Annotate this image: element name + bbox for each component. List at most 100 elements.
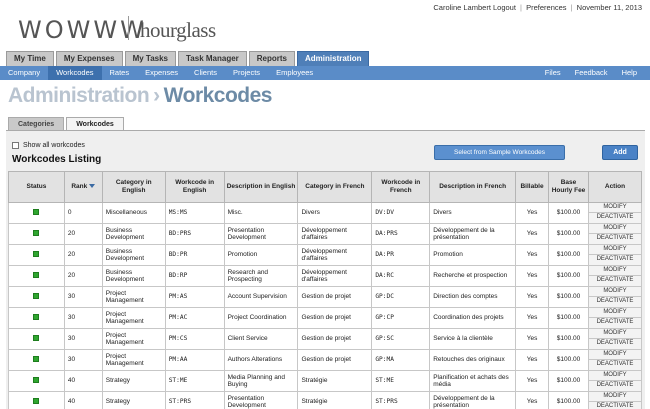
deactivate-button[interactable]: DEACTIVATE bbox=[588, 318, 641, 328]
cell-billable: Yes bbox=[515, 391, 550, 409]
subnav-item-employees[interactable]: Employees bbox=[268, 66, 321, 80]
modify-button[interactable]: MODIFY bbox=[588, 392, 641, 402]
modify-button[interactable]: MODIFY bbox=[588, 224, 641, 234]
add-workcode-button[interactable]: Add bbox=[602, 145, 638, 160]
cell-code-fr: GP:MA bbox=[371, 349, 431, 371]
column-header-label: Workcode in French bbox=[381, 179, 421, 194]
subnav-item-projects[interactable]: Projects bbox=[225, 66, 268, 80]
column-header-base-hourly-fee: Base Hourly Fee bbox=[548, 171, 589, 203]
action-cell: MODIFY DEACTIVATE bbox=[587, 244, 643, 266]
status-active-icon bbox=[33, 250, 40, 257]
column-header-label: Description in English bbox=[226, 183, 296, 190]
content-tab-categories[interactable]: Categories bbox=[8, 117, 65, 130]
subnav-item-company[interactable]: Company bbox=[0, 66, 48, 80]
subnav-link-files[interactable]: Files bbox=[538, 66, 568, 80]
table-row: 30 Project Management PM:AS Account Supervi… bbox=[8, 286, 643, 308]
cell-desc-fr: Coordination des projets bbox=[429, 307, 517, 329]
subnav-item-rates[interactable]: Rates bbox=[102, 66, 138, 80]
show-all-checkbox[interactable] bbox=[12, 142, 19, 149]
tab-my-expenses[interactable]: My Expenses bbox=[55, 51, 123, 66]
cell-fee: $100.00 bbox=[548, 286, 589, 308]
deactivate-button[interactable]: DEACTIVATE bbox=[588, 381, 641, 391]
table-row: 30 Project Management PM:CS Client Service G… bbox=[8, 328, 643, 350]
cell-desc-en: Misc. bbox=[223, 202, 299, 224]
content-tab-workcodes[interactable]: Workcodes bbox=[66, 117, 124, 130]
modify-button[interactable]: MODIFY bbox=[588, 245, 641, 255]
cell-code-en: BD:PR bbox=[164, 244, 225, 266]
column-header-label: Description in French bbox=[439, 183, 507, 190]
main-tabs: My Time My Expenses My Tasks Task Manager Re… bbox=[6, 51, 371, 66]
deactivate-button[interactable]: DEACTIVATE bbox=[588, 402, 641, 409]
preferences-link[interactable]: Preferences bbox=[526, 3, 566, 12]
cell-cat-en: Business Development bbox=[101, 244, 166, 266]
cell-rank: 30 bbox=[63, 307, 103, 329]
cell-cat-en: Strategy bbox=[101, 370, 166, 392]
tab-administration[interactable]: Administration bbox=[297, 51, 370, 66]
subnav-link-feedback[interactable]: Feedback bbox=[568, 66, 615, 80]
deactivate-button[interactable]: DEACTIVATE bbox=[588, 360, 641, 370]
modify-button[interactable]: MODIFY bbox=[588, 266, 641, 276]
hourglass-logo: hourglass bbox=[140, 18, 216, 42]
subnav-item-expenses[interactable]: Expenses bbox=[137, 66, 186, 80]
top-link-separator: | bbox=[570, 3, 573, 12]
page-title-section[interactable]: Administration bbox=[8, 84, 150, 107]
cell-code-en: BD:RP bbox=[164, 265, 225, 287]
deactivate-button[interactable]: DEACTIVATE bbox=[588, 213, 641, 223]
cell-desc-fr: Promotion bbox=[429, 244, 517, 266]
cell-code-en: PM:AC bbox=[164, 307, 225, 329]
deactivate-button[interactable]: DEACTIVATE bbox=[588, 276, 641, 286]
status-active-icon bbox=[33, 292, 40, 299]
action-cell: MODIFY DEACTIVATE bbox=[587, 286, 643, 308]
logout-link[interactable]: Logout bbox=[493, 3, 516, 12]
modify-button[interactable]: MODIFY bbox=[588, 287, 641, 297]
deactivate-button[interactable]: DEACTIVATE bbox=[588, 255, 641, 265]
tab-reports[interactable]: Reports bbox=[248, 51, 296, 66]
cell-billable: Yes bbox=[515, 370, 550, 392]
status-cell bbox=[8, 307, 65, 329]
cell-rank: 30 bbox=[63, 349, 103, 371]
deactivate-button[interactable]: DEACTIVATE bbox=[588, 339, 641, 349]
subnav-item-clients[interactable]: Clients bbox=[186, 66, 225, 80]
modify-button[interactable]: MODIFY bbox=[588, 350, 641, 360]
status-cell bbox=[8, 349, 65, 371]
cell-code-en: PM:CS bbox=[164, 328, 225, 350]
table-body: 0 Miscellaneous MS:MS Misc. Divers DV:DV Diver… bbox=[8, 202, 643, 409]
cell-cat-fr: Stratégie bbox=[297, 370, 373, 392]
deactivate-button[interactable]: DEACTIVATE bbox=[588, 297, 641, 307]
column-header-rank[interactable]: Rank bbox=[63, 171, 103, 203]
cell-desc-en: Client Service bbox=[223, 328, 299, 350]
tab-my-tasks[interactable]: My Tasks bbox=[124, 51, 177, 66]
cell-cat-en: Project Management bbox=[101, 286, 166, 308]
content-tabs: Categories Workcodes bbox=[8, 117, 126, 130]
cell-fee: $100.00 bbox=[548, 307, 589, 329]
cell-code-en: MS:MS bbox=[164, 202, 225, 224]
cell-desc-fr: Développement de la présentation bbox=[429, 391, 517, 409]
modify-button[interactable]: MODIFY bbox=[588, 203, 641, 213]
subnav-link-help[interactable]: Help bbox=[615, 66, 644, 80]
cell-code-fr: DV:DV bbox=[371, 202, 431, 224]
show-all-toggle[interactable]: Show all workcodes bbox=[12, 142, 85, 149]
select-sample-workcodes-button[interactable]: Select from Sample Workcodes bbox=[434, 145, 565, 160]
current-date: November 11, 2013 bbox=[576, 3, 642, 12]
cell-code-fr: DA:RC bbox=[371, 265, 431, 287]
cell-rank: 40 bbox=[63, 370, 103, 392]
status-active-icon bbox=[33, 355, 40, 362]
action-cell: MODIFY DEACTIVATE bbox=[587, 370, 643, 392]
cell-code-fr: GP:DC bbox=[371, 286, 431, 308]
tab-my-time[interactable]: My Time bbox=[6, 51, 54, 66]
cell-desc-en: Account Supervision bbox=[223, 286, 299, 308]
subnav-item-workcodes[interactable]: Workcodes bbox=[48, 66, 102, 80]
deactivate-button[interactable]: DEACTIVATE bbox=[588, 234, 641, 244]
cell-desc-fr: Divers bbox=[429, 202, 517, 224]
modify-button[interactable]: MODIFY bbox=[588, 308, 641, 318]
modify-button[interactable]: MODIFY bbox=[588, 371, 641, 381]
cell-code-en: PM:AA bbox=[164, 349, 225, 371]
status-cell bbox=[8, 265, 65, 287]
modify-button[interactable]: MODIFY bbox=[588, 329, 641, 339]
sort-desc-icon[interactable] bbox=[89, 184, 96, 189]
cell-desc-fr: Retouches des originaux bbox=[429, 349, 517, 371]
tab-task-manager[interactable]: Task Manager bbox=[178, 51, 247, 66]
cell-cat-fr: Stratégie bbox=[297, 391, 373, 409]
column-header-category-in-french: Category in French bbox=[297, 171, 373, 203]
listing-title: Workcodes Listing bbox=[12, 154, 102, 165]
